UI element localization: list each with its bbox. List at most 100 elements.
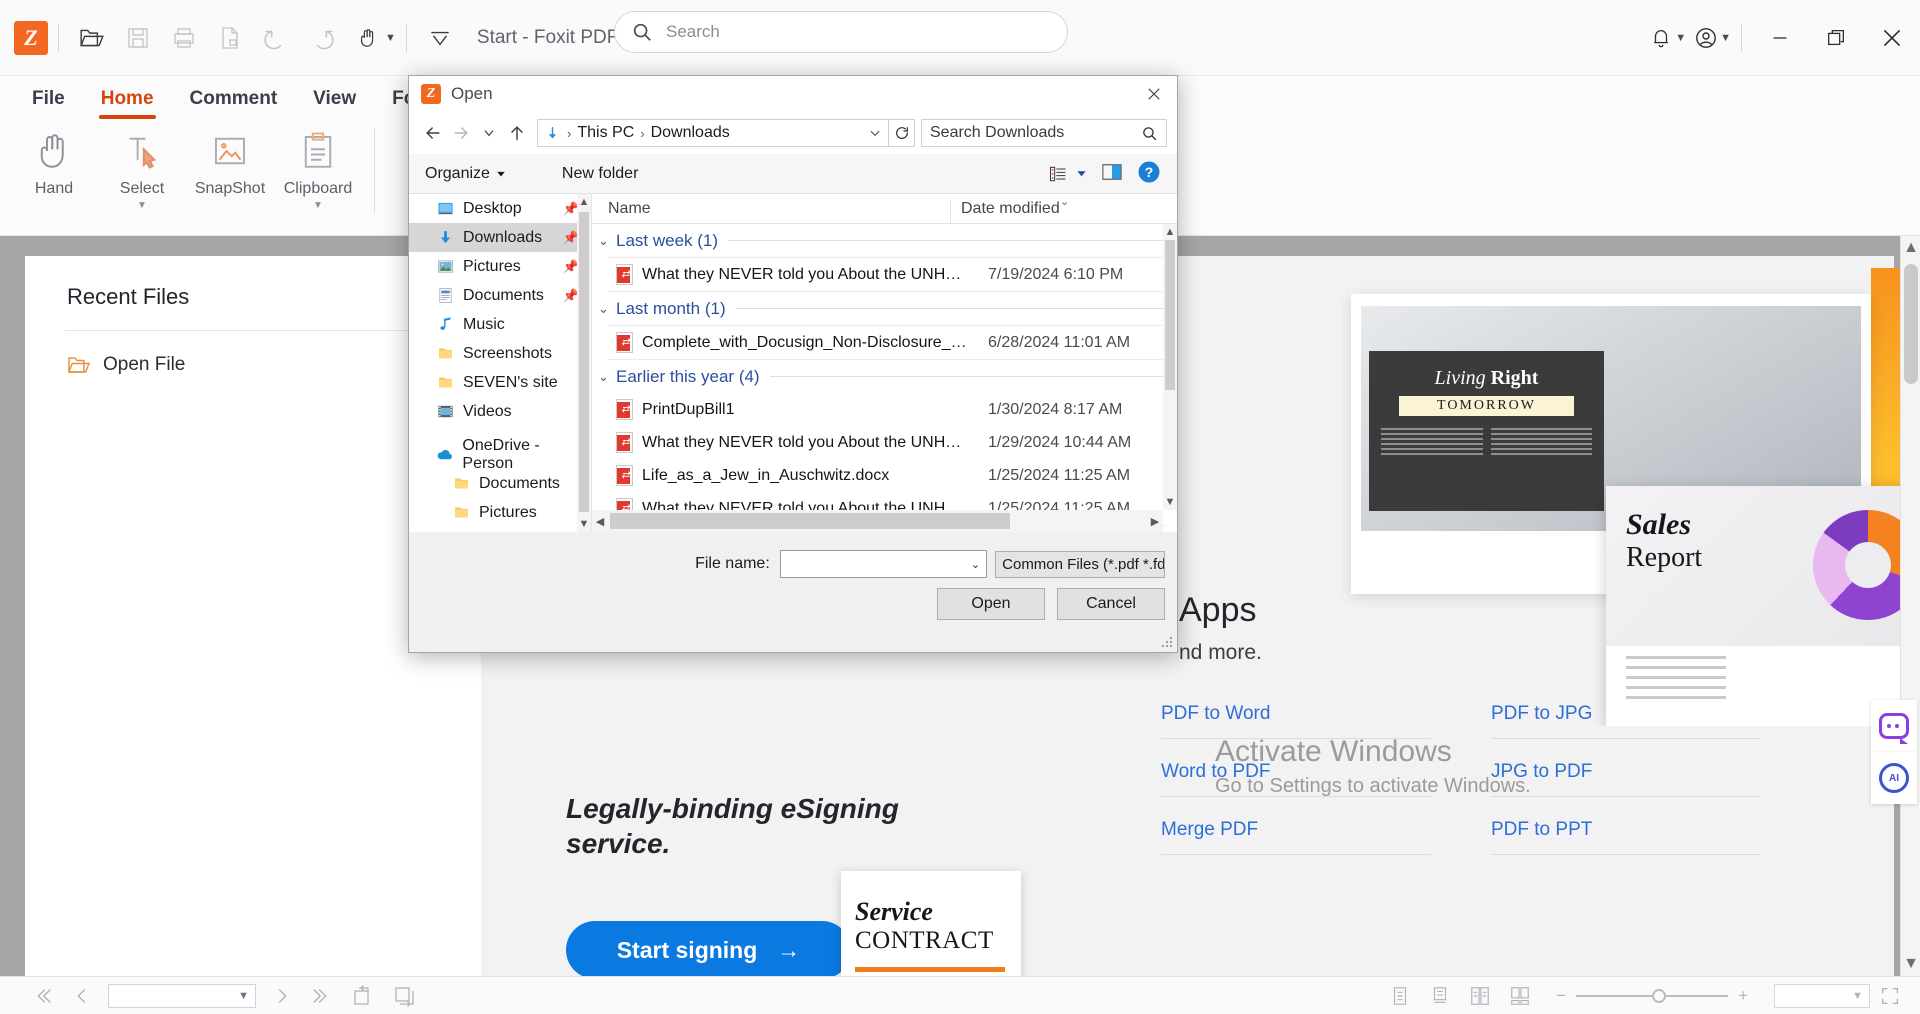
view-options-button[interactable]	[1048, 164, 1087, 184]
clipboard-button[interactable]: Clipboard ▼	[274, 122, 362, 211]
scroll-up-icon[interactable]: ▲	[1163, 224, 1177, 240]
back-button[interactable]	[419, 119, 447, 147]
notifications-dropdown-icon[interactable]: ▼	[1675, 32, 1686, 44]
tool-link-pdf-to-word[interactable]: PDF to Word	[1161, 681, 1431, 739]
preview-pane-button[interactable]	[1101, 162, 1123, 186]
column-header-name[interactable]: Name	[592, 200, 950, 223]
file-list-row[interactable]: ⇄ What they NEVER told you About the UNH…	[592, 426, 1177, 459]
file-list-row[interactable]: ⇄ Life_as_a_Jew_in_Auschwitz.docx 1/25/2…	[592, 459, 1177, 492]
facing-view-icon[interactable]	[1460, 985, 1500, 1007]
scroll-left-icon[interactable]: ◀	[592, 515, 608, 528]
zoom-slider[interactable]: − +	[1546, 986, 1758, 1006]
dialog-resize-grip[interactable]	[1162, 637, 1174, 649]
up-one-level-button[interactable]	[503, 119, 531, 147]
open-button[interactable]: Open	[937, 588, 1045, 620]
breadcrumb-dropdown-icon[interactable]	[868, 126, 882, 140]
nav-item-pictures[interactable]: Pictures 📌	[409, 252, 591, 281]
prev-page-icon[interactable]	[62, 985, 102, 1007]
tool-link-merge-pdf[interactable]: Merge PDF	[1161, 797, 1431, 855]
quick-access-customize-icon[interactable]	[417, 15, 463, 61]
chat-support-button[interactable]	[1871, 700, 1917, 752]
organize-button[interactable]: Organize	[425, 165, 506, 183]
select-button[interactable]: Select ▼	[98, 122, 186, 211]
zoom-slider-knob[interactable]	[1652, 988, 1667, 1003]
restore-button[interactable]	[1808, 0, 1864, 76]
hand-button[interactable]: Hand	[10, 122, 98, 198]
tool-link-jpg-to-pdf[interactable]: JPG to PDF	[1491, 739, 1761, 797]
nav-pane-scrollbar[interactable]: ▲ ▼	[577, 194, 591, 532]
refresh-button[interactable]	[889, 119, 915, 147]
minimize-button[interactable]	[1752, 0, 1808, 76]
tab-view[interactable]: View	[295, 76, 374, 122]
last-page-icon[interactable]	[302, 985, 342, 1007]
start-signing-button[interactable]: Start signing →	[566, 921, 851, 979]
nav-item-onedrive[interactable]: OneDrive - Person	[409, 437, 591, 472]
scroll-right-icon[interactable]: ▶	[1147, 515, 1163, 528]
file-list-row[interactable]: ⇄ PrintDupBill1 1/30/2024 8:17 AM	[592, 393, 1177, 426]
redo-icon[interactable]	[299, 15, 345, 61]
zoom-in-button[interactable]: +	[1728, 986, 1758, 1006]
scrollbar-thumb[interactable]	[1165, 240, 1175, 390]
zoom-out-button[interactable]: −	[1546, 986, 1576, 1006]
chevron-down-icon[interactable]: ⌄	[971, 558, 980, 571]
nav-item-documents[interactable]: Documents 📌	[409, 281, 591, 310]
scrollbar-thumb[interactable]	[579, 212, 589, 512]
forward-button[interactable]	[447, 119, 475, 147]
global-search-box[interactable]: Search	[614, 11, 1068, 53]
save-icon[interactable]	[115, 15, 161, 61]
chevron-down-icon[interactable]: ▼	[238, 990, 249, 1002]
nav-item-desktop[interactable]: Desktop 📌	[409, 194, 591, 223]
recent-locations-button[interactable]	[475, 119, 503, 147]
page-number-input[interactable]: ▼	[108, 983, 256, 1008]
new-folder-button[interactable]: New folder	[562, 165, 638, 183]
tab-file[interactable]: File	[14, 76, 83, 122]
breadcrumb-this-pc[interactable]: This PC	[577, 124, 634, 142]
zoom-level-input[interactable]: ▼	[1774, 983, 1870, 1008]
previous-view-icon[interactable]	[342, 984, 384, 1008]
nav-item-onedrive-pictures[interactable]: Pictures	[409, 498, 591, 527]
clipboard-dropdown-icon[interactable]: ▼	[313, 200, 323, 211]
file-list-row[interactable]: ⇄ What they NEVER told you About the UNH…	[592, 258, 1177, 291]
tool-link-pdf-to-ppt[interactable]: PDF to PPT	[1491, 797, 1761, 855]
chevron-down-icon[interactable]: ▼	[1852, 990, 1863, 1002]
nav-item-screenshots[interactable]: Screenshots	[409, 339, 591, 368]
group-header-last-month[interactable]: ⌄ Last month (1)	[592, 292, 1177, 325]
tab-home[interactable]: Home	[83, 76, 172, 122]
open-icon[interactable]	[69, 15, 115, 61]
snapshot-button[interactable]: SnapShot	[186, 122, 274, 198]
next-page-icon[interactable]	[262, 985, 302, 1007]
nav-item-downloads[interactable]: Downloads 📌	[409, 223, 591, 252]
scroll-down-icon[interactable]: ▼	[1901, 952, 1920, 976]
chevron-down-icon[interactable]: ⌄	[598, 301, 616, 317]
tool-link-pdf-to-jpg[interactable]: PDF to JPG	[1491, 681, 1761, 739]
cancel-button[interactable]: Cancel	[1057, 588, 1165, 620]
file-list-row[interactable]: ⇄ Complete_with_Docusign_Non-Disclosure_…	[592, 326, 1177, 359]
scroll-down-icon[interactable]: ▼	[577, 516, 591, 532]
undo-icon[interactable]	[253, 15, 299, 61]
select-dropdown-icon[interactable]: ▼	[137, 200, 147, 211]
print-icon[interactable]	[161, 15, 207, 61]
tool-link-word-to-pdf[interactable]: Word to PDF	[1161, 739, 1431, 797]
chevron-down-icon[interactable]: ⌄	[598, 369, 616, 385]
tab-comment[interactable]: Comment	[172, 76, 296, 122]
breadcrumb-downloads[interactable]: Downloads	[651, 124, 730, 142]
document-vertical-scrollbar[interactable]: ▲ ▼	[1900, 236, 1920, 976]
group-header-last-week[interactable]: ⌄ Last week (1)	[592, 224, 1177, 257]
group-header-earlier-this-year[interactable]: ⌄ Earlier this year (4)	[592, 360, 1177, 393]
single-page-view-icon[interactable]	[1380, 985, 1420, 1007]
scroll-up-icon[interactable]: ▲	[1901, 236, 1920, 260]
file-name-input[interactable]: ⌄	[779, 550, 988, 578]
help-button[interactable]: ?	[1137, 160, 1161, 188]
nav-item-sevens-site[interactable]: SEVEN's site	[409, 368, 591, 397]
nav-item-videos[interactable]: Videos	[409, 397, 591, 426]
continuous-view-icon[interactable]	[1420, 985, 1460, 1007]
scrollbar-thumb[interactable]	[1904, 264, 1918, 384]
breadcrumb[interactable]: › This PC › Downloads	[537, 119, 889, 147]
next-view-icon[interactable]	[384, 984, 426, 1008]
export-pdf-icon[interactable]	[207, 15, 253, 61]
scrollbar-thumb[interactable]	[610, 513, 1010, 529]
scroll-up-icon[interactable]: ▲	[577, 194, 591, 210]
file-list-vertical-scrollbar[interactable]: ▲ ▼	[1163, 224, 1177, 510]
dialog-close-button[interactable]	[1131, 76, 1177, 112]
close-button[interactable]	[1864, 0, 1920, 76]
